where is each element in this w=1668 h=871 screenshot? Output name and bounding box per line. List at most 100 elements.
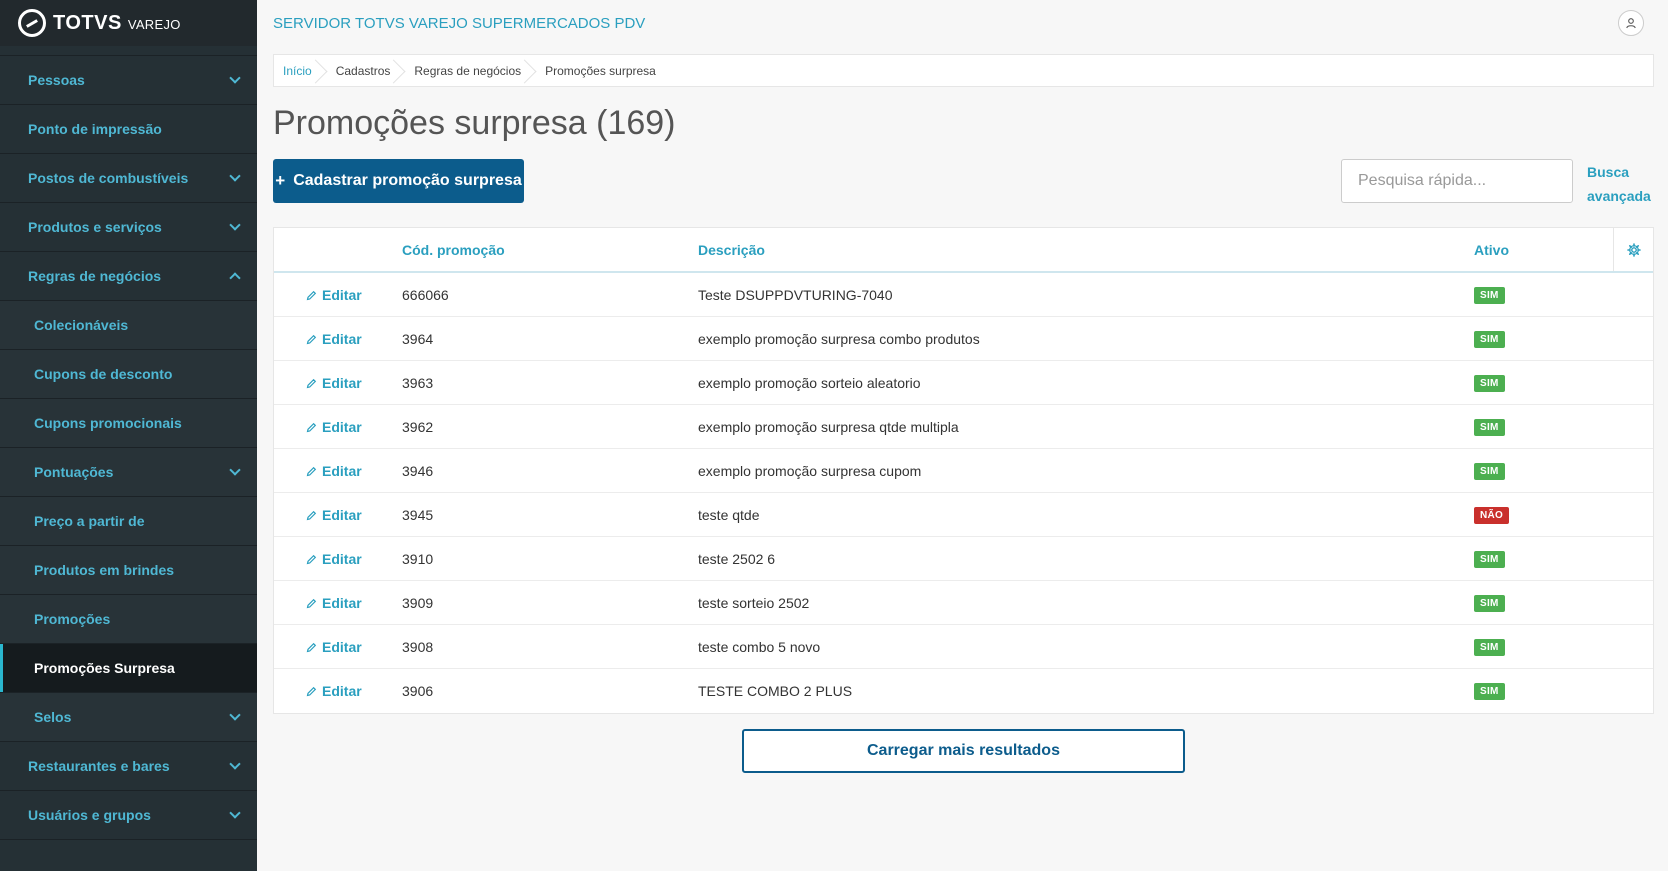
sidebar-item[interactable]: Cupons promocionais xyxy=(0,399,257,448)
promotion-code: 3908 xyxy=(402,639,434,655)
table-settings-button[interactable] xyxy=(1613,228,1653,271)
search-input[interactable] xyxy=(1358,172,1565,190)
gear-icon xyxy=(1626,242,1641,257)
sidebar-item[interactable]: Colecionáveis xyxy=(0,301,257,350)
column-description[interactable]: Descrição xyxy=(698,242,765,258)
sidebar-item[interactable]: Cupons de desconto xyxy=(0,350,257,399)
active-cell: SIM xyxy=(1474,449,1505,493)
add-promotion-button[interactable]: + Cadastrar promoção surpresa xyxy=(273,159,524,203)
sidebar-item-label: Promoções Surpresa xyxy=(34,660,175,676)
sidebar-item[interactable]: Produtos e serviços xyxy=(0,203,257,252)
column-active[interactable]: Ativo xyxy=(1474,242,1509,258)
table-row: Editar 3962 exemplo promoção surpresa qtde… xyxy=(274,405,1653,449)
pencil-icon xyxy=(306,686,317,696)
sidebar-item-label: Restaurantes e bares xyxy=(28,758,170,774)
edit-link[interactable]: Editar xyxy=(306,625,362,669)
active-cell: SIM xyxy=(1474,405,1505,449)
add-promotion-label: Cadastrar promoção surpresa xyxy=(293,172,522,189)
active-cell: SIM xyxy=(1474,273,1505,317)
promotion-description: teste 2502 6 xyxy=(698,551,776,567)
edit-link[interactable]: Editar xyxy=(306,449,362,493)
breadcrumb-home[interactable]: Início xyxy=(274,55,327,86)
sidebar-item[interactable]: Promoções xyxy=(0,595,257,644)
sidebar-item[interactable]: Ponto de impressão xyxy=(0,105,257,154)
logo-text: TOTVS xyxy=(53,11,122,34)
chevron-down-icon xyxy=(229,757,241,770)
advanced-search-link[interactable]: Busca avançada xyxy=(1587,160,1651,208)
promotion-code: 3906 xyxy=(402,683,434,699)
edit-link[interactable]: Editar xyxy=(306,273,362,317)
plus-icon: + xyxy=(275,171,286,190)
promotion-description: exemplo promoção surpresa combo produtos xyxy=(698,331,980,347)
chevron-down-icon xyxy=(229,218,241,231)
column-code[interactable]: Cód. promoção xyxy=(402,242,505,258)
pencil-icon xyxy=(306,598,317,608)
promotion-description: teste combo 5 novo xyxy=(698,639,821,655)
user-menu-button[interactable] xyxy=(1618,10,1644,36)
pencil-icon xyxy=(306,642,317,652)
promotions-table: Cód. promoção Descrição Ativo Editar 6660… xyxy=(273,227,1654,714)
sidebar-item[interactable]: Preço a partir de xyxy=(0,497,257,546)
sidebar-item-label: Cupons promocionais xyxy=(34,415,182,431)
table-header: Cód. promoção Descrição Ativo xyxy=(274,228,1653,273)
sidebar-item[interactable]: Produtos em brindes xyxy=(0,546,257,595)
sidebar-item[interactable]: Pontuações xyxy=(0,448,257,497)
sidebar-item-label: Promoções xyxy=(34,611,111,627)
promotion-code: 3962 xyxy=(402,419,434,435)
active-cell: SIM xyxy=(1474,537,1505,581)
sidebar-item[interactable]: Promoções Surpresa xyxy=(0,644,257,693)
active-cell: SIM xyxy=(1474,581,1505,625)
sidebar-item[interactable]: Pessoas xyxy=(0,56,257,105)
page-title: Promoções surpresa (169) xyxy=(273,104,676,142)
pencil-icon xyxy=(306,378,317,388)
pencil-icon xyxy=(306,422,317,432)
sidebar-item[interactable]: Postos de combustíveis xyxy=(0,154,257,203)
promotion-code: 3963 xyxy=(402,375,434,391)
promotion-description: exemplo promoção surpresa qtde multipla xyxy=(698,419,959,435)
advanced-search-line2: avançada xyxy=(1587,188,1651,204)
table-body: Editar 666066 Teste DSUPPDVTURING-7040 SIM E… xyxy=(274,273,1653,713)
sidebar-item[interactable]: Usuários e grupos xyxy=(0,791,257,840)
edit-link[interactable]: Editar xyxy=(306,581,362,625)
status-badge: NÃO xyxy=(1474,506,1510,524)
sidebar-item-label: Usuários e grupos xyxy=(28,807,151,823)
quick-search xyxy=(1341,159,1573,203)
breadcrumb-regras[interactable]: Regras de negócios xyxy=(405,55,536,86)
promotion-code: 3909 xyxy=(402,595,434,611)
sidebar-item-label: Pessoas xyxy=(28,72,85,88)
sidebar-item[interactable]: Regras de negócios xyxy=(0,252,257,301)
promotion-code: 3964 xyxy=(402,331,434,347)
status-badge: SIM xyxy=(1474,374,1505,392)
edit-link[interactable]: Editar xyxy=(306,317,362,361)
sidebar-menu: Pessoas Ponto de impressão Postos de combu… xyxy=(0,41,257,840)
sidebar-item[interactable]: Restaurantes e bares xyxy=(0,742,257,791)
edit-link[interactable]: Editar xyxy=(306,405,362,449)
logo-subtext: VAREJO xyxy=(127,17,181,32)
breadcrumb-cadastros[interactable]: Cadastros xyxy=(327,55,406,86)
edit-label: Editar xyxy=(322,551,362,567)
sidebar-item-label: Produtos e serviços xyxy=(28,219,162,235)
edit-link[interactable]: Editar xyxy=(306,493,362,537)
active-cell: SIM xyxy=(1474,669,1505,713)
edit-label: Editar xyxy=(322,419,362,435)
pencil-icon xyxy=(306,290,317,300)
pencil-icon xyxy=(306,554,317,564)
edit-label: Editar xyxy=(322,331,362,347)
table-row: Editar 3963 exemplo promoção sorteio aleat… xyxy=(274,361,1653,405)
promotion-description: teste qtde xyxy=(698,507,760,523)
chevron-down-icon xyxy=(229,806,241,819)
chevron-down-icon xyxy=(229,71,241,84)
logo[interactable]: TOTVS VAREJO xyxy=(0,0,257,46)
active-cell: NÃO xyxy=(1474,493,1510,537)
edit-link[interactable]: Editar xyxy=(306,669,362,713)
edit-label: Editar xyxy=(322,463,362,479)
status-badge: SIM xyxy=(1474,682,1505,700)
sidebar-item-label: Cupons de desconto xyxy=(34,366,173,382)
chevron-up-icon xyxy=(229,272,241,284)
edit-label: Editar xyxy=(322,639,362,655)
edit-link[interactable]: Editar xyxy=(306,361,362,405)
load-more-button[interactable]: Carregar mais resultados xyxy=(742,729,1185,773)
sidebar-item-label: Postos de combustíveis xyxy=(28,170,189,186)
sidebar-item[interactable]: Selos xyxy=(0,693,257,742)
edit-link[interactable]: Editar xyxy=(306,537,362,581)
